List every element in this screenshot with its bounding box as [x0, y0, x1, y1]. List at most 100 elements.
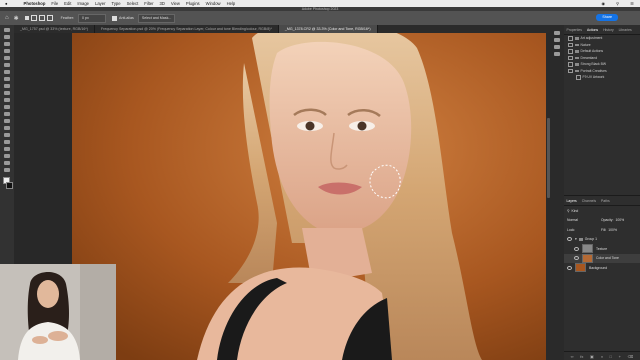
layer-name: Color and Tone [596, 256, 619, 261]
path-selection-tool-icon[interactable] [4, 147, 10, 151]
folder-icon[interactable]: □ [610, 354, 612, 359]
link-icon[interactable]: ∞ [571, 354, 574, 359]
quick-select-tool-icon[interactable] [4, 49, 10, 53]
share-button[interactable]: Share [596, 14, 618, 21]
mask-icon[interactable]: ▣ [590, 354, 594, 359]
folder-icon [574, 63, 579, 66]
action-item[interactable]: F9 UV Artwork [564, 74, 640, 81]
tab-channels[interactable]: Channels [579, 199, 598, 203]
trash-icon[interactable]: ⌫ [628, 354, 634, 359]
layer-row[interactable]: Color and Tone [564, 253, 640, 263]
menu-window[interactable]: Window [206, 1, 221, 6]
type-tool-icon[interactable] [4, 140, 10, 144]
brush-tool-icon[interactable] [4, 84, 10, 88]
layer-name: Background [589, 265, 608, 270]
menu-select[interactable]: Select [127, 1, 139, 6]
blend-mode-select[interactable]: Normal [567, 218, 601, 222]
visibility-eye-icon[interactable] [567, 265, 572, 270]
selection-mode-intersect-icon[interactable] [46, 15, 53, 21]
toggle-checkbox-icon[interactable] [568, 55, 573, 60]
selection-mode-new-icon[interactable] [24, 16, 29, 20]
gradient-tool-icon[interactable] [4, 112, 10, 116]
rectangle-tool-icon[interactable] [4, 154, 10, 158]
menu-view[interactable]: View [171, 1, 180, 6]
layer-name: Group 1 [584, 237, 597, 242]
menu-file[interactable]: File [51, 1, 58, 6]
anti-alias-checkbox[interactable] [112, 15, 118, 21]
marquee-tool-icon[interactable] [4, 35, 10, 39]
home-icon[interactable]: ⌂ [5, 15, 9, 21]
chevron-down-icon[interactable]: ▾ [575, 237, 577, 241]
options-bar: ⌂ ✱ Feather: 0 px Anti-alias Select and … [0, 11, 640, 25]
background-color-swatch[interactable] [6, 182, 13, 189]
toggle-checkbox-icon[interactable] [568, 42, 573, 47]
menu-filter[interactable]: Filter [144, 1, 153, 6]
healing-brush-tool-icon[interactable] [4, 77, 10, 81]
selection-mode-subtract-icon[interactable] [38, 15, 45, 21]
tab-layers[interactable]: Layers [564, 199, 579, 203]
new-layer-icon[interactable]: + [619, 354, 621, 359]
clone-stamp-tool-icon[interactable] [4, 91, 10, 95]
toggle-checkbox-icon[interactable] [568, 36, 573, 41]
wifi-icon[interactable]: ◉ [602, 1, 606, 6]
frame-tool-icon[interactable] [4, 63, 10, 67]
tab-properties[interactable]: Properties [564, 28, 584, 32]
menu-help[interactable]: Help [227, 1, 236, 6]
layer-row[interactable]: Background [564, 263, 640, 273]
properties-icon[interactable] [554, 31, 560, 35]
menu-layer[interactable]: Layer [95, 1, 105, 6]
menu-app-name[interactable]: Photoshop [24, 1, 46, 6]
visibility-eye-icon[interactable] [574, 256, 579, 261]
libraries-icon[interactable] [554, 52, 560, 56]
actions-icon[interactable] [554, 38, 560, 42]
hand-tool-icon[interactable] [4, 161, 10, 165]
selection-mode-add-icon[interactable] [30, 15, 37, 21]
eyedropper-tool-icon[interactable] [4, 70, 10, 74]
layer-kind-select[interactable]: Kind [571, 209, 578, 213]
tab-paths[interactable]: Paths [599, 199, 613, 203]
layer-row[interactable]: ▾ Group 1 [564, 235, 640, 245]
opacity-label: Opacity: [601, 218, 614, 223]
feather-input[interactable]: 0 px [78, 13, 107, 23]
visibility-eye-icon[interactable] [567, 237, 572, 242]
tab-history[interactable]: History [601, 28, 617, 32]
control-center-icon[interactable]: ☰ [630, 1, 634, 6]
opacity-input[interactable]: 100% [615, 218, 624, 222]
lasso-tool-icon[interactable]: ✱ [14, 15, 19, 22]
menu-plugins[interactable]: Plugins [186, 1, 200, 6]
search-icon[interactable]: ⚲ [616, 1, 619, 6]
history-icon[interactable] [554, 45, 560, 49]
pen-tool-icon[interactable] [4, 133, 10, 137]
menu-type[interactable]: Type [112, 1, 121, 6]
layer-thumbnail [582, 253, 593, 263]
menu-3d[interactable]: 3D [160, 1, 165, 6]
select-and-mask-button[interactable]: Select and Mask... [137, 13, 176, 23]
layer-row[interactable]: Texture [564, 244, 640, 254]
zoom-tool-icon[interactable] [4, 168, 10, 172]
fill-input[interactable]: 100% [608, 228, 617, 232]
lasso-tool-icon[interactable] [4, 42, 10, 46]
tab-actions[interactable]: Actions [584, 28, 600, 32]
action-label: F9 UV Artwork [582, 75, 605, 79]
visibility-eye-icon[interactable] [574, 246, 579, 251]
tab-libraries[interactable]: Libraries [616, 28, 634, 32]
tab-document-2[interactable]: Frequency Separation.psd @ 20% (Frequenc… [95, 25, 279, 33]
fx-icon[interactable]: fx [580, 354, 583, 359]
move-tool-icon[interactable] [4, 28, 10, 32]
history-brush-tool-icon[interactable] [4, 98, 10, 102]
toggle-checkbox-icon[interactable] [576, 75, 581, 80]
tab-document-1[interactable]: _MG_1757.psd @ 33% (texture, RGB/16*) [14, 25, 95, 33]
menu-edit[interactable]: Edit [64, 1, 71, 6]
toggle-checkbox-icon[interactable] [568, 49, 573, 54]
apple-icon[interactable]: ● [5, 1, 8, 6]
toggle-checkbox-icon[interactable] [568, 68, 573, 73]
toggle-checkbox-icon[interactable] [568, 62, 573, 67]
menu-image[interactable]: Image [77, 1, 89, 6]
dodge-tool-icon[interactable] [4, 126, 10, 130]
adjustment-icon[interactable]: ◑ [600, 354, 602, 359]
blur-tool-icon[interactable] [4, 119, 10, 123]
eraser-tool-icon[interactable] [4, 105, 10, 109]
document-canvas[interactable] [72, 33, 550, 360]
crop-tool-icon[interactable] [4, 56, 10, 60]
tab-document-3[interactable]: _MG_1378.CR2 @ 33.3% (Color and Tone, RG… [278, 25, 378, 33]
